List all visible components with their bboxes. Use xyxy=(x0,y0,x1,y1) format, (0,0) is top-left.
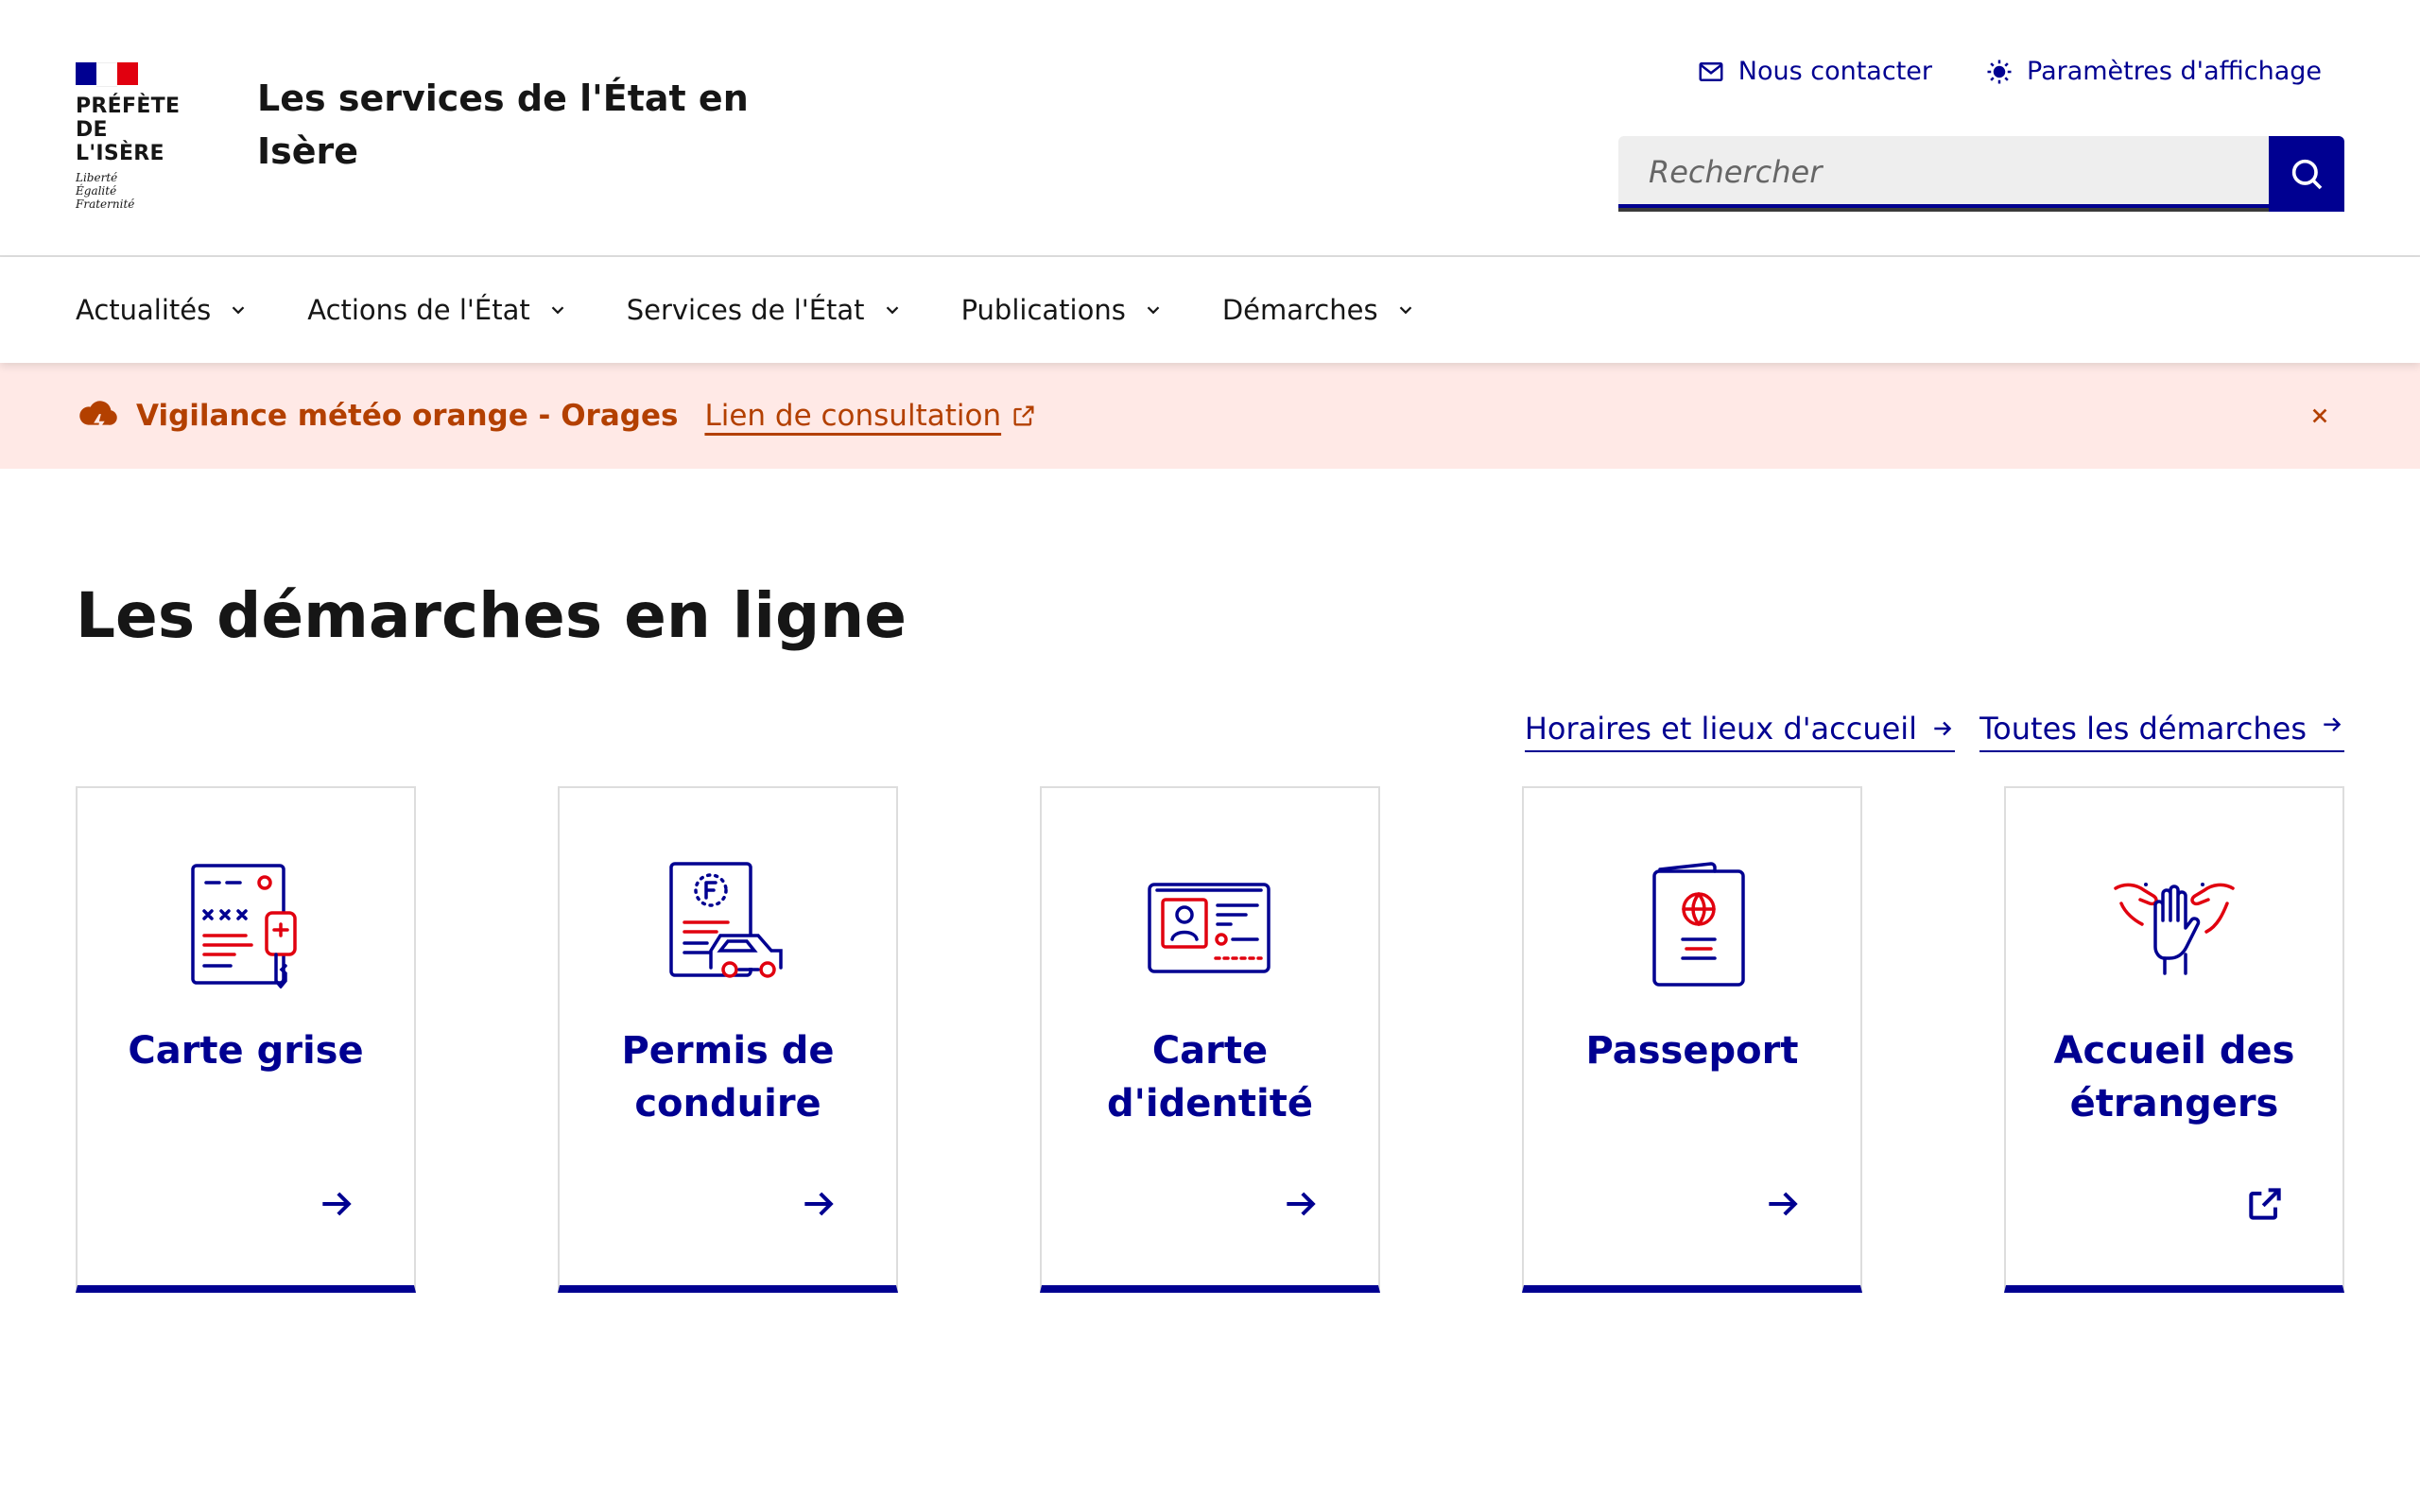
card-title: Carte d'identité xyxy=(1107,1029,1313,1125)
prefecture-logo[interactable]: PRÉFÈTE DE L'ISÈRE Liberté Égalité Frate… xyxy=(76,62,199,211)
card-title: Accueil des étrangers xyxy=(2053,1029,2295,1125)
main-navigation: Actualités Actions de l'État Services de… xyxy=(0,257,2420,363)
search-button[interactable] xyxy=(2269,136,2344,212)
marianne-flag-icon xyxy=(76,62,138,87)
nav-item-demarches[interactable]: Démarches xyxy=(1222,294,1416,326)
all-procedures-label: Toutes les démarches xyxy=(1979,711,2307,747)
arrow-right-icon xyxy=(804,1192,834,1216)
logo-name-line2: DE L'ISÈRE xyxy=(76,118,164,165)
nav-item-label: Services de l'État xyxy=(626,294,865,326)
arrow-right-icon xyxy=(1934,721,1952,736)
consultation-link-label: Lien de consultation xyxy=(704,399,1002,433)
devise-fraternite: Fraternité xyxy=(76,198,135,211)
search-bar xyxy=(1618,136,2344,212)
procedure-cards: Carte grise Permis de conduire Carte d'i… xyxy=(76,786,2344,1293)
arrow-right-up-icon xyxy=(2324,717,2342,732)
opening-hours-label: Horaires et lieux d'accueil xyxy=(1524,711,1918,747)
section-title: Les démarches en ligne xyxy=(76,579,908,652)
search-input[interactable] xyxy=(1618,136,2269,212)
card-carte-grise[interactable]: Carte grise xyxy=(76,786,416,1293)
nav-item-services-etat[interactable]: Services de l'État xyxy=(627,294,903,326)
site-header: PRÉFÈTE DE L'ISÈRE Liberté Égalité Frate… xyxy=(0,0,2420,257)
notice-title: Vigilance météo orange - Orages xyxy=(136,399,679,433)
card-accueil-etrangers[interactable]: Accueil des étrangers xyxy=(2004,786,2344,1293)
chevron-down-icon xyxy=(886,306,898,315)
nav-item-actions-etat[interactable]: Actions de l'État xyxy=(307,294,567,326)
opening-hours-link[interactable]: Horaires et lieux d'accueil xyxy=(1524,711,1956,752)
vehicle-registration-icon xyxy=(191,864,297,988)
external-link-icon xyxy=(1013,405,1034,426)
card-title: Passeport xyxy=(1585,1029,1799,1073)
close-icon xyxy=(2312,408,2327,423)
contact-link[interactable]: Nous contacter xyxy=(1697,57,1932,86)
logo-devise: Liberté Égalité Fraternité xyxy=(76,171,199,211)
header-tools: Nous contacter Paramètres d'affichage xyxy=(1697,57,2322,86)
consultation-link[interactable]: Lien de consultation xyxy=(704,399,1037,433)
external-link-icon xyxy=(2249,1188,2281,1220)
site-title[interactable]: Les services de l'État en Isère xyxy=(257,72,749,178)
devise-egalite: Égalité xyxy=(76,184,117,198)
welcome-hands-icon xyxy=(2114,883,2235,975)
passport-icon xyxy=(1652,862,1745,987)
card-passeport[interactable]: Passeport xyxy=(1522,786,1862,1293)
chevron-down-icon xyxy=(1399,306,1411,315)
chevron-down-icon xyxy=(551,306,564,315)
arrow-right-icon xyxy=(1287,1192,1316,1216)
all-procedures-link[interactable]: Toutes les démarches xyxy=(1979,711,2344,752)
display-settings-button[interactable]: Paramètres d'affichage xyxy=(1985,57,2322,86)
arrow-right-icon xyxy=(1769,1192,1798,1216)
close-notice-button[interactable] xyxy=(2301,397,2339,435)
nav-item-label: Actions de l'État xyxy=(307,294,530,326)
weather-alert-notice: Vigilance météo orange - Orages Lien de … xyxy=(0,363,2420,469)
nav-item-label: Démarches xyxy=(1221,294,1378,326)
card-permis-de-conduire[interactable]: Permis de conduire xyxy=(558,786,898,1293)
search-icon xyxy=(2291,159,2323,190)
card-carte-identite[interactable]: Carte d'identité xyxy=(1040,786,1380,1293)
logo-name: PRÉFÈTE DE L'ISÈRE xyxy=(76,94,199,165)
display-settings-label: Paramètres d'affichage xyxy=(2027,57,2322,86)
chevron-down-icon xyxy=(1147,306,1160,315)
mail-icon xyxy=(1699,61,1723,81)
contact-label: Nous contacter xyxy=(1737,57,1932,86)
quick-links: Horaires et lieux d'accueil Toutes les d… xyxy=(1524,711,2344,752)
card-title: Carte grise xyxy=(128,1029,364,1073)
nav-item-label: Actualités xyxy=(76,294,212,326)
nav-item-publications[interactable]: Publications xyxy=(961,294,1164,326)
theme-sun-icon xyxy=(1987,60,2012,83)
logo-name-line1: PRÉFÈTE xyxy=(76,94,181,118)
arrow-right-icon xyxy=(322,1192,352,1216)
nav-item-label: Publications xyxy=(960,294,1126,326)
driving-licence-icon xyxy=(669,862,783,978)
card-title: Permis de conduire xyxy=(621,1029,835,1125)
devise-liberte: Liberté xyxy=(76,171,118,184)
chevron-down-icon xyxy=(232,306,245,315)
nav-item-actualites[interactable]: Actualités xyxy=(76,294,249,326)
id-card-icon xyxy=(1148,883,1270,973)
thunderstorm-icon xyxy=(79,401,117,433)
